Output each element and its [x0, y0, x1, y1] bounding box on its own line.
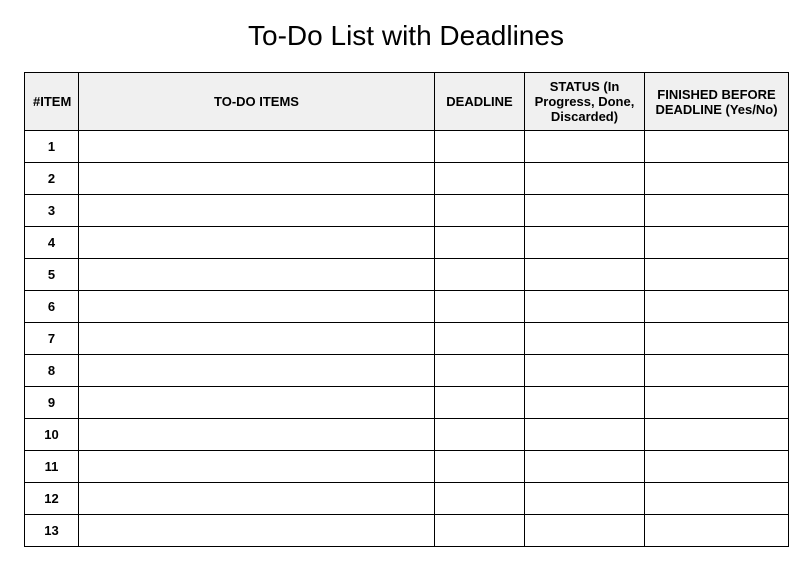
cell-deadline — [435, 323, 525, 355]
table-row: 8 — [25, 355, 789, 387]
table-row: 5 — [25, 259, 789, 291]
cell-status — [525, 419, 645, 451]
cell-todo — [79, 163, 435, 195]
cell-deadline — [435, 227, 525, 259]
cell-status — [525, 227, 645, 259]
cell-status — [525, 259, 645, 291]
cell-deadline — [435, 483, 525, 515]
header-deadline: DEADLINE — [435, 73, 525, 131]
cell-finished — [645, 483, 789, 515]
cell-deadline — [435, 515, 525, 547]
table-row: 11 — [25, 451, 789, 483]
table-row: 12 — [25, 483, 789, 515]
cell-finished — [645, 163, 789, 195]
cell-finished — [645, 291, 789, 323]
table-row: 2 — [25, 163, 789, 195]
cell-todo — [79, 515, 435, 547]
cell-deadline — [435, 387, 525, 419]
cell-deadline — [435, 419, 525, 451]
cell-item-num: 10 — [25, 419, 79, 451]
cell-item-num: 3 — [25, 195, 79, 227]
todo-table: #ITEM TO-DO ITEMS DEADLINE STATUS (In Pr… — [24, 72, 789, 547]
cell-finished — [645, 387, 789, 419]
cell-finished — [645, 227, 789, 259]
cell-todo — [79, 195, 435, 227]
cell-item-num: 6 — [25, 291, 79, 323]
cell-item-num: 7 — [25, 323, 79, 355]
cell-deadline — [435, 355, 525, 387]
table-row: 9 — [25, 387, 789, 419]
cell-status — [525, 195, 645, 227]
cell-finished — [645, 131, 789, 163]
cell-todo — [79, 419, 435, 451]
cell-deadline — [435, 291, 525, 323]
cell-item-num: 4 — [25, 227, 79, 259]
table-row: 10 — [25, 419, 789, 451]
cell-todo — [79, 227, 435, 259]
cell-status — [525, 163, 645, 195]
cell-deadline — [435, 131, 525, 163]
header-status: STATUS (In Progress, Done, Discarded) — [525, 73, 645, 131]
cell-finished — [645, 451, 789, 483]
cell-todo — [79, 355, 435, 387]
cell-status — [525, 131, 645, 163]
cell-todo — [79, 131, 435, 163]
cell-status — [525, 323, 645, 355]
table-row: 4 — [25, 227, 789, 259]
header-finished: FINISHED BEFORE DEADLINE (Yes/No) — [645, 73, 789, 131]
cell-finished — [645, 515, 789, 547]
cell-status — [525, 483, 645, 515]
cell-todo — [79, 387, 435, 419]
cell-item-num: 2 — [25, 163, 79, 195]
cell-item-num: 9 — [25, 387, 79, 419]
cell-item-num: 13 — [25, 515, 79, 547]
cell-deadline — [435, 195, 525, 227]
cell-finished — [645, 419, 789, 451]
cell-finished — [645, 195, 789, 227]
cell-finished — [645, 259, 789, 291]
cell-status — [525, 387, 645, 419]
table-row: 13 — [25, 515, 789, 547]
cell-deadline — [435, 451, 525, 483]
cell-todo — [79, 323, 435, 355]
table-row: 7 — [25, 323, 789, 355]
cell-item-num: 8 — [25, 355, 79, 387]
table-row: 1 — [25, 131, 789, 163]
cell-item-num: 5 — [25, 259, 79, 291]
cell-todo — [79, 451, 435, 483]
cell-deadline — [435, 259, 525, 291]
table-row: 3 — [25, 195, 789, 227]
cell-todo — [79, 259, 435, 291]
page-title: To-Do List with Deadlines — [24, 20, 788, 52]
cell-finished — [645, 323, 789, 355]
header-item-num: #ITEM — [25, 73, 79, 131]
cell-finished — [645, 355, 789, 387]
cell-item-num: 1 — [25, 131, 79, 163]
cell-deadline — [435, 163, 525, 195]
cell-status — [525, 515, 645, 547]
cell-item-num: 12 — [25, 483, 79, 515]
cell-todo — [79, 291, 435, 323]
cell-todo — [79, 483, 435, 515]
cell-status — [525, 451, 645, 483]
cell-status — [525, 291, 645, 323]
table-row: 6 — [25, 291, 789, 323]
cell-item-num: 11 — [25, 451, 79, 483]
cell-status — [525, 355, 645, 387]
header-todo: TO-DO ITEMS — [79, 73, 435, 131]
